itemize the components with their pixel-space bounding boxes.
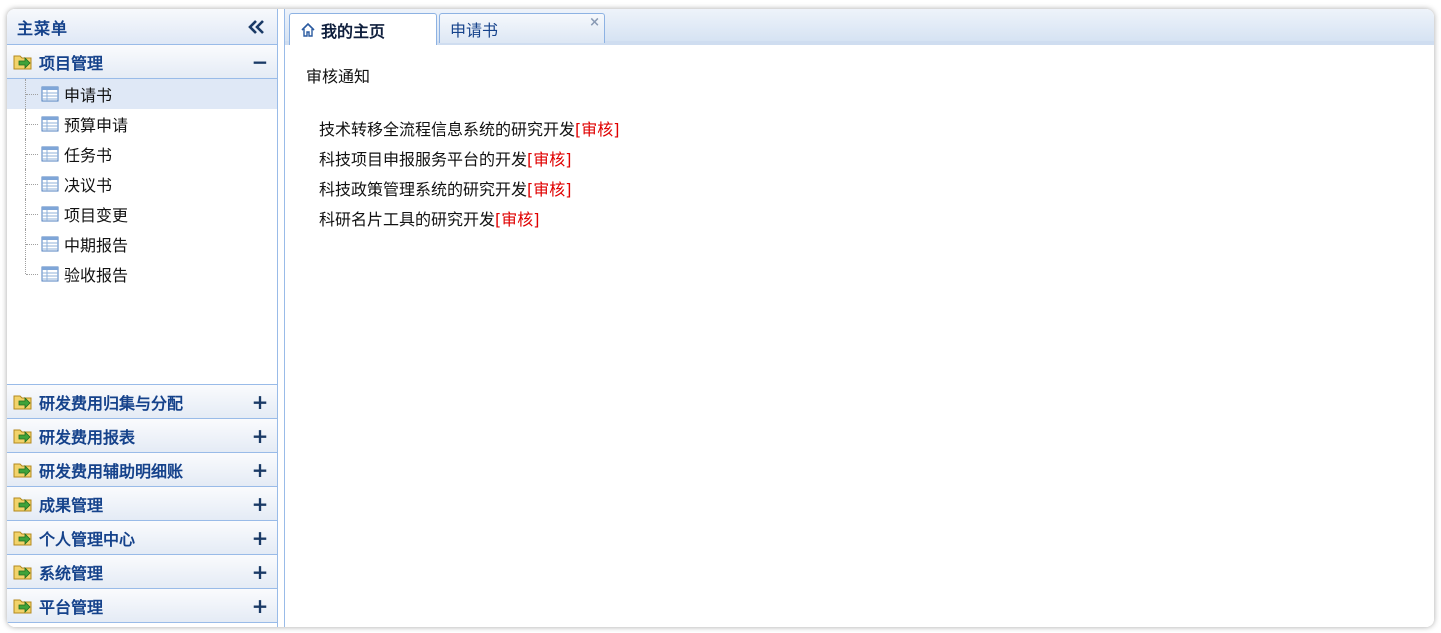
tree-item-project-change[interactable]: 项目变更 [7, 199, 277, 229]
section-label: 研发费用辅助明细账 [39, 461, 184, 481]
tree-item-label: 验收报告 [64, 266, 129, 285]
tree-item-budget-application[interactable]: 预算申请 [7, 109, 277, 139]
tree-item-label: 决议书 [64, 176, 113, 195]
tab-home[interactable]: 我的主页 [289, 13, 437, 45]
folder-arrow-icon [13, 565, 32, 579]
notice-text: 科技政策管理系统的研究开发 [319, 180, 528, 199]
close-icon[interactable]: × [589, 15, 600, 30]
tab-label: 我的主页 [321, 21, 386, 41]
notice-text: 科研名片工具的研究开发 [319, 210, 496, 229]
section-header-personal-center[interactable]: 个人管理中心 + [7, 521, 277, 555]
folder-arrow-icon [13, 463, 32, 477]
expand-plus-icon[interactable]: + [251, 494, 269, 514]
notice-text: 科技项目申报服务平台的开发 [319, 150, 528, 169]
notice-item: 科技项目申报服务平台的开发[审核] [319, 149, 1413, 179]
section-label: 平台管理 [39, 597, 104, 617]
collapse-minus-icon[interactable]: − [251, 52, 269, 72]
tree-item-resolution[interactable]: 决议书 [7, 169, 277, 199]
project-management-tree: 申请书 预算申请 任务书 决议书 项目变更 中期报告 验收报告 [7, 79, 277, 385]
expand-plus-icon[interactable]: + [251, 426, 269, 446]
notice-text: 技术转移全流程信息系统的研究开发 [319, 120, 576, 139]
expand-plus-icon[interactable]: + [251, 392, 269, 412]
notice-section-title: 审核通知 [306, 67, 371, 86]
expand-plus-icon[interactable]: + [251, 460, 269, 480]
table-doc-icon [41, 86, 59, 102]
expand-plus-icon[interactable]: + [251, 562, 269, 582]
sidebar-title: 主菜单 [17, 18, 69, 38]
folder-arrow-icon [13, 55, 32, 69]
section-label: 项目管理 [39, 53, 104, 73]
folder-arrow-icon [13, 531, 32, 545]
section-header-achievements[interactable]: 成果管理 + [7, 487, 277, 521]
home-content: 审核通知 技术转移全流程信息系统的研究开发[审核] 科技项目申报服务平台的开发[… [285, 45, 1434, 257]
folder-arrow-icon [13, 395, 32, 409]
tree-item-label: 预算申请 [64, 116, 129, 135]
tree-item-task-book[interactable]: 任务书 [7, 139, 277, 169]
sidebar: 主菜单 项目管理 − 申请书 预算申请 任务书 决议书 项目变更 中期报告 验收… [7, 9, 278, 627]
review-link[interactable]: [审核] [527, 150, 572, 169]
section-label: 成果管理 [39, 495, 104, 515]
table-doc-icon [41, 206, 59, 222]
notice-item: 科技政策管理系统的研究开发[审核] [319, 179, 1413, 209]
app-window: 主菜单 项目管理 − 申请书 预算申请 任务书 决议书 项目变更 中期报告 验收… [7, 9, 1434, 627]
tab-application[interactable]: 申请书 × [439, 13, 605, 43]
section-label: 研发费用归集与分配 [39, 393, 184, 413]
section-header-rd-cost-ledger[interactable]: 研发费用辅助明细账 + [7, 453, 277, 487]
tree-item-label: 申请书 [64, 86, 113, 105]
notice-list: 技术转移全流程信息系统的研究开发[审核] 科技项目申报服务平台的开发[审核] 科… [306, 119, 1413, 239]
tree-item-label: 项目变更 [64, 206, 129, 225]
tree-item-label: 任务书 [64, 146, 113, 165]
review-link[interactable]: [审核] [495, 210, 540, 229]
section-header-platform-management[interactable]: 平台管理 + [7, 589, 277, 623]
review-link[interactable]: [审核] [527, 180, 572, 199]
sidebar-header: 主菜单 [7, 9, 277, 45]
folder-arrow-icon [13, 497, 32, 511]
tree-item-acceptance-report[interactable]: 验收报告 [7, 259, 277, 289]
section-header-system-management[interactable]: 系统管理 + [7, 555, 277, 589]
tree-item-application[interactable]: 申请书 [7, 79, 277, 109]
table-doc-icon [41, 266, 59, 282]
table-doc-icon [41, 176, 59, 192]
section-label: 系统管理 [39, 563, 104, 583]
section-header-rd-cost-report[interactable]: 研发费用报表 + [7, 419, 277, 453]
tab-label: 申请书 [450, 20, 499, 40]
section-label: 研发费用报表 [39, 427, 136, 447]
double-chevron-left-icon[interactable] [247, 17, 267, 37]
expand-plus-icon[interactable]: + [251, 528, 269, 548]
expand-plus-icon[interactable]: + [251, 596, 269, 616]
tab-bar: 我的主页 申请书 × [285, 9, 1434, 45]
notice-item: 科研名片工具的研究开发[审核] [319, 209, 1413, 239]
home-icon [301, 22, 315, 37]
review-link[interactable]: [审核] [575, 120, 620, 139]
table-doc-icon [41, 116, 59, 132]
notice-item: 技术转移全流程信息系统的研究开发[审核] [319, 119, 1413, 149]
folder-arrow-icon [13, 429, 32, 443]
section-header-rd-cost-allocation[interactable]: 研发费用归集与分配 + [7, 385, 277, 419]
table-doc-icon [41, 146, 59, 162]
section-label: 个人管理中心 [39, 529, 136, 549]
folder-arrow-icon [13, 599, 32, 613]
tree-item-midterm-report[interactable]: 中期报告 [7, 229, 277, 259]
section-header-project-management[interactable]: 项目管理 − [7, 45, 277, 79]
tree-item-label: 中期报告 [64, 236, 129, 255]
main-panel: 我的主页 申请书 × 审核通知 技术转移全流程信息系统的研究开发[审核] 科技项… [284, 9, 1434, 627]
table-doc-icon [41, 236, 59, 252]
